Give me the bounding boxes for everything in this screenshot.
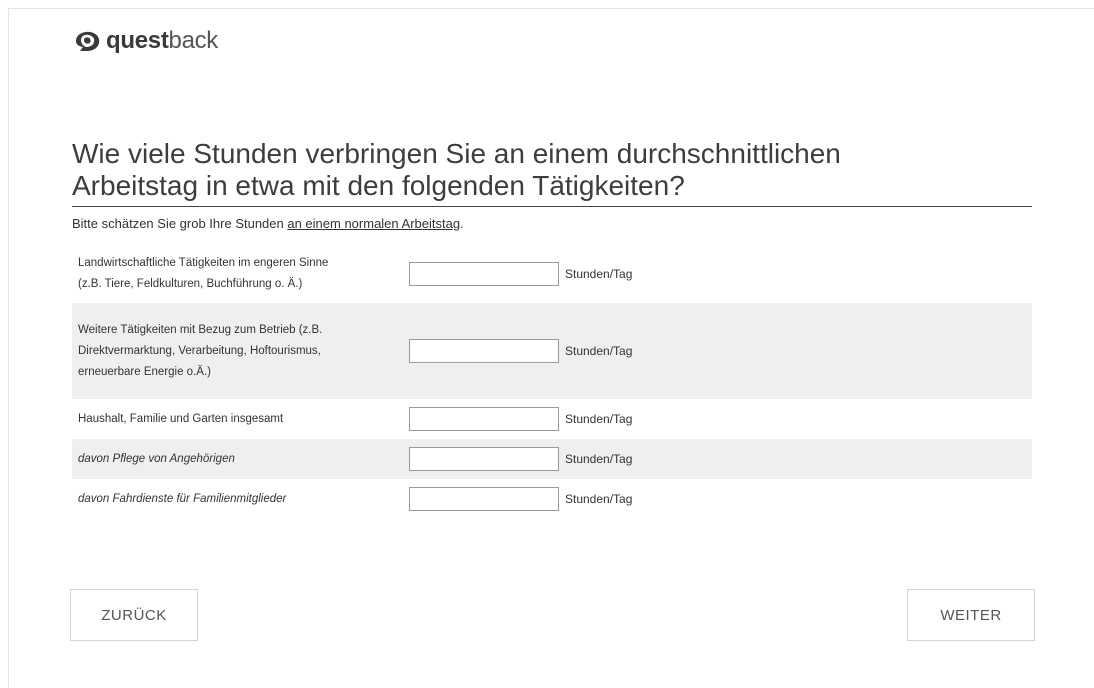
row-label-line3: erneuerbare Energie o.Ä.) [78, 365, 211, 378]
logo-text-light: back [168, 27, 219, 54]
row-label: davon Pflege von Angehörigen [72, 449, 407, 470]
grid-row-care: davon Pflege von Angehörigen Stunden/Tag [72, 439, 1032, 479]
question-title-line2: Arbeitstag in etwa mit den folgenden Tät… [72, 170, 685, 201]
hours-input-household[interactable] [409, 407, 559, 431]
unit-label: Stunden/Tag [565, 452, 633, 466]
logo-text: questback [106, 27, 218, 55]
row-label-line1: Landwirtschaftliche Tätigkeiten im enger… [78, 257, 329, 269]
grid-row-household: Haushalt, Familie und Garten insgesamt S… [72, 399, 1032, 439]
questback-logo-icon [76, 31, 100, 51]
unit-label: Stunden/Tag [565, 412, 633, 426]
unit-label: Stunden/Tag [565, 344, 633, 358]
hours-input-farm-related[interactable] [409, 339, 559, 363]
row-label-line2: Direktvermarktung, Verarbeitung, Hoftour… [78, 344, 321, 357]
row-label-line1: davon Pflege von Angehörigen [78, 452, 235, 465]
row-label: Weitere Tätigkeiten mit Bezug zum Betrie… [72, 320, 407, 383]
row-label-line2: (z.B. Tiere, Feldkulturen, Buchführung o… [78, 278, 303, 290]
question-title: Wie viele Stunden verbringen Sie an eine… [72, 138, 1032, 207]
row-label: Haushalt, Familie und Garten insgesamt [72, 409, 407, 430]
instruction-text: Bitte schätzen Sie grob Ihre Stunden an … [72, 216, 464, 231]
row-label-line1: Weitere Tätigkeiten mit Bezug zum Betrie… [78, 323, 323, 336]
grid-row-driving: davon Fahrdienste für Familienmitglieder… [72, 479, 1032, 519]
unit-label: Stunden/Tag [565, 492, 633, 506]
questback-logo: questback [72, 26, 218, 56]
hours-input-care[interactable] [409, 447, 559, 471]
unit-label: Stunden/Tag [565, 267, 633, 281]
row-label-line1: Haushalt, Familie und Garten insgesamt [78, 412, 284, 425]
back-button[interactable]: ZURÜCK [70, 589, 198, 641]
row-label: Landwirtschaftliche Tätigkeiten im enger… [72, 253, 407, 295]
grid-row-farm-related: Weitere Tätigkeiten mit Bezug zum Betrie… [72, 303, 1032, 399]
row-label: davon Fahrdienste für Familienmitglieder [72, 489, 407, 510]
question-title-line1: Wie viele Stunden verbringen Sie an eine… [72, 138, 841, 169]
hours-input-driving[interactable] [409, 487, 559, 511]
instruction-prefix: Bitte schätzen Sie grob Ihre Stunden [72, 216, 288, 231]
next-button[interactable]: WEITER [907, 589, 1035, 641]
row-label-line1: davon Fahrdienste für Familienmitglieder [78, 492, 287, 505]
question-grid: Landwirtschaftliche Tätigkeiten im enger… [72, 245, 1032, 519]
grid-row-agricultural: Landwirtschaftliche Tätigkeiten im enger… [72, 245, 1032, 303]
instruction-underlined: an einem normalen Arbeitstag [287, 216, 461, 231]
logo-text-bold: quest [106, 27, 169, 54]
hours-input-agricultural[interactable] [409, 262, 559, 286]
instruction-suffix: . [460, 216, 464, 231]
